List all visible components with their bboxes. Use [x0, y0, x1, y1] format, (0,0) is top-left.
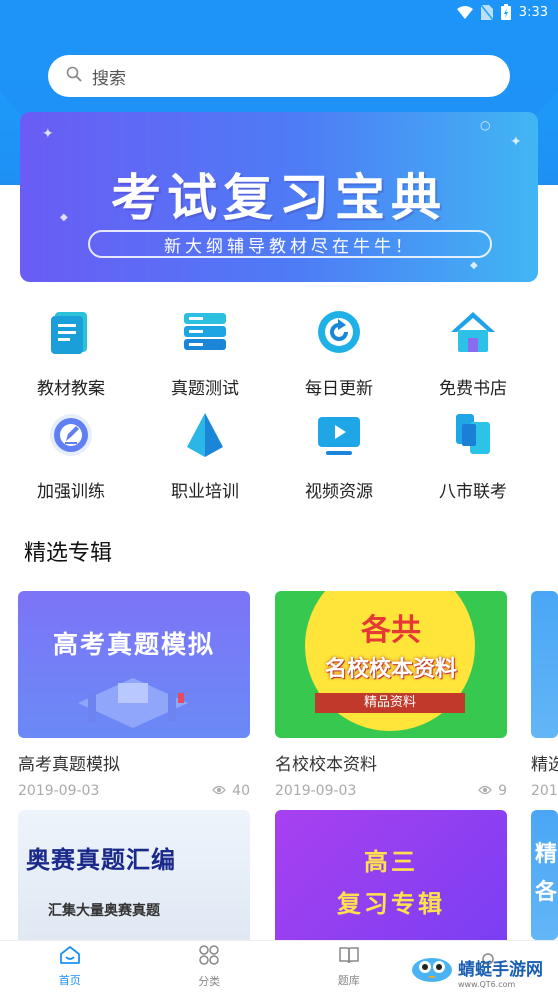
album-cover: 各共 名校校本资料 精品资料: [275, 591, 507, 738]
grid-item-daily-update[interactable]: 每日更新: [272, 300, 406, 403]
grid-item-joint-exam[interactable]: 八市联考: [406, 403, 540, 506]
tab-category[interactable]: 分类: [140, 941, 280, 992]
tab-question-bank[interactable]: 题库: [279, 941, 419, 992]
album-cover: 奥赛真题汇编 汇集大量奥赛真题: [18, 810, 250, 940]
dragonfly-logo-icon: [410, 954, 454, 990]
eye-icon: [478, 783, 492, 799]
document-icon: [447, 409, 499, 461]
cover-text: 奥赛真题汇编: [26, 846, 176, 874]
exam-icon: [179, 306, 231, 358]
section-title: 精选专辑: [24, 541, 113, 566]
watermark-url: www.QT6.com: [458, 980, 516, 989]
sparkle-icon: ✦: [510, 134, 522, 150]
grid-label: 每日更新: [305, 379, 373, 399]
grid-item-textbook[interactable]: 教材教案: [4, 300, 138, 403]
card-title: 名校校本资料: [275, 755, 377, 775]
album-card[interactable]: 高三 复习专辑: [275, 810, 507, 940]
status-time: 3:33: [518, 4, 548, 20]
sparkle-icon: ◆: [470, 260, 478, 271]
no-sim-icon: [480, 4, 493, 20]
textbook-icon: [45, 306, 97, 358]
album-cover: 高三 复习专辑: [275, 810, 507, 940]
album-cover: 高考真题模拟: [18, 591, 250, 738]
search-icon: [66, 66, 82, 86]
cover-text: 精: [535, 842, 558, 867]
card-date: 2019-09-03: [18, 783, 100, 799]
category-icon: [198, 944, 220, 970]
album-card[interactable]: 各共 名校校本资料 精品资料 名校校本资料 2019-09-03 9: [275, 591, 507, 799]
album-cover: [531, 591, 558, 738]
grid-item-video[interactable]: 视频资源: [272, 403, 406, 506]
sparkle-icon: ✦: [42, 126, 54, 142]
refresh-icon: [313, 306, 365, 358]
video-icon: [313, 409, 365, 461]
card-views: 9: [498, 783, 507, 799]
home-icon: [447, 306, 499, 358]
grid-label: 职业培训: [171, 482, 239, 502]
cover-ribbon: 精品资料: [315, 693, 465, 713]
edit-icon: [45, 409, 97, 461]
tab-home[interactable]: 首页: [0, 941, 140, 992]
album-card-partial[interactable]: 精 各: [531, 810, 558, 940]
cover-subtext: 复习专辑: [337, 890, 445, 918]
tab-label: 首页: [58, 974, 81, 987]
banner-subtitle-box: 新大纲辅导教材尽在牛牛！: [88, 230, 492, 258]
grid-item-training[interactable]: 加强训练: [4, 403, 138, 506]
tab-label: 分类: [198, 975, 221, 988]
battery-icon: [500, 4, 511, 20]
card-date: 2019: [531, 783, 558, 799]
album-card-partial[interactable]: 精选 2019: [531, 591, 558, 799]
grid-label: 八市联考: [439, 482, 507, 502]
cover-text: 名校校本资料: [324, 657, 457, 682]
grid-label: 教材教案: [37, 379, 105, 399]
grid-item-free-bookstore[interactable]: 免费书店: [406, 300, 540, 403]
album-cover: 精 各: [531, 810, 558, 940]
cover-text-top: 各共: [361, 613, 421, 648]
sparkle-icon: ○: [480, 118, 491, 132]
cover-subtext: 各: [535, 880, 558, 905]
wifi-icon: [456, 5, 473, 19]
grid-label: 免费书店: [439, 379, 507, 399]
feature-grid: 教材教案 真题测试 每日更新 免费书店 加强训练 职业培训 视频资源 八市联考: [0, 300, 558, 506]
card-title: 高考真题模拟: [18, 755, 120, 775]
search-input[interactable]: 搜索: [92, 64, 126, 89]
banner-title: 考试复习宝典: [111, 170, 447, 226]
pyramid-icon: [179, 409, 231, 461]
watermark: 蜻蜓手游网 www.QT6.com: [410, 954, 543, 990]
grid-item-exam[interactable]: 真题测试: [138, 300, 272, 403]
album-card[interactable]: 奥赛真题汇编 汇集大量奥赛真题: [18, 810, 250, 940]
watermark-text: 蜻蜓手游网: [458, 960, 543, 980]
illustration: [78, 678, 188, 728]
card-date: 2019-09-03: [275, 783, 357, 799]
cover-subtext: 汇集大量奥赛真题: [48, 903, 160, 919]
banner[interactable]: ✦ ○ ✦ ◆ ◆ 考试复习宝典 新大纲辅导教材尽在牛牛！: [20, 112, 538, 282]
grid-item-vocational[interactable]: 职业培训: [138, 403, 272, 506]
card-views: 40: [232, 783, 250, 799]
status-bar: 3:33: [0, 0, 558, 24]
grid-label: 加强训练: [37, 482, 105, 502]
eye-icon: [212, 783, 226, 799]
card-title: 精选: [531, 755, 558, 775]
book-icon: [338, 945, 360, 969]
grid-label: 真题测试: [171, 379, 239, 399]
cover-text: 高三: [364, 848, 418, 876]
banner-subtitle: 新大纲辅导教材尽在牛牛！: [164, 236, 416, 257]
tab-label: 题库: [337, 974, 360, 987]
grid-label: 视频资源: [305, 482, 373, 502]
album-card[interactable]: 高考真题模拟 高考真题模拟 2019-09-03 40: [18, 591, 250, 799]
home-icon: [59, 945, 81, 969]
search-bar[interactable]: 搜索: [48, 55, 510, 97]
cover-text: 高考真题模拟: [52, 630, 215, 659]
